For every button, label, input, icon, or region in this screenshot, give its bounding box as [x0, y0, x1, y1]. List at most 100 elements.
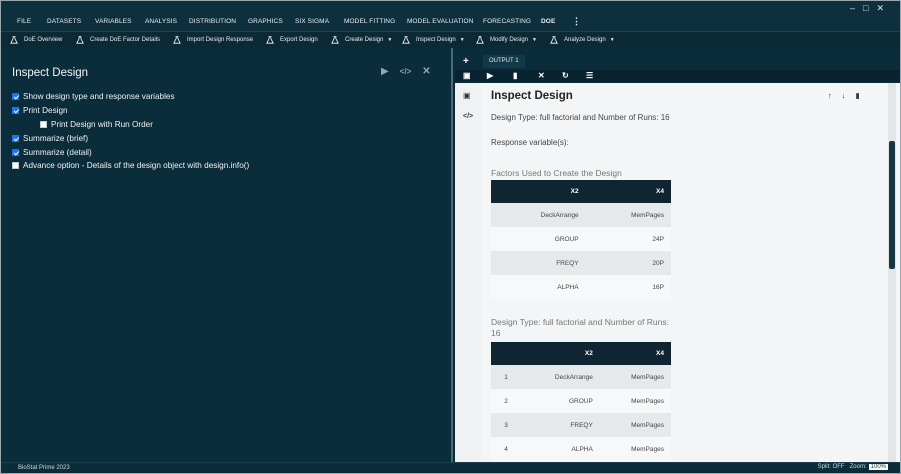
scrollbar-thumb[interactable] — [889, 141, 895, 269]
output-content: ▣ </> Inspect Design ↑ ↓ ▮ Design Type: … — [455, 83, 900, 462]
table-header-cell: X2 — [521, 342, 600, 365]
save-icon[interactable]: ▣ — [463, 71, 471, 80]
minimize-icon[interactable]: – — [850, 3, 863, 13]
table-row: ALPHA 16P — [491, 275, 671, 299]
menu-datasets[interactable]: DATASETS — [47, 18, 81, 25]
refresh-icon[interactable]: ↻ — [562, 71, 569, 80]
code-icon[interactable]: </> — [400, 67, 412, 76]
design-heading: Design Type: full factorial and Number o… — [491, 317, 669, 338]
menu-graphics[interactable]: GRAPHICS — [248, 18, 283, 25]
close-icon[interactable]: ✕ — [876, 3, 892, 13]
table-cell: FREQY — [521, 413, 600, 437]
table-cell: 3 — [491, 413, 521, 437]
menu-file[interactable]: FILE — [17, 18, 31, 25]
table-header-row: X2 X4 — [491, 180, 671, 203]
toolbar-label: Create DoE Factor Details — [90, 37, 161, 43]
table-cell: MemPages — [585, 203, 671, 227]
trash-icon[interactable]: ▮ — [856, 91, 860, 100]
toolbar-create-design[interactable]: Create Design ▼ — [331, 36, 392, 44]
menu-six-sigma[interactable]: SIX SIGMA — [295, 18, 329, 25]
doe-toolbar: DoE Overview Create DoE Factor Details I… — [1, 31, 900, 48]
close-icon[interactable]: ✕ — [538, 71, 545, 80]
option-print-run-order[interactable]: Print Design with Run Order — [40, 120, 153, 129]
panel-title: Inspect Design — [12, 67, 89, 79]
dialog-panel: Inspect Design ▶ </> ✕ Show design type … — [1, 48, 453, 462]
table-cell: MemPages — [599, 389, 671, 413]
vertical-ellipsis-icon[interactable]: ⋮ — [572, 16, 581, 27]
menu-variables[interactable]: VARIABLES — [95, 18, 132, 25]
flask-icon — [476, 36, 484, 44]
table-cell: ALPHA — [521, 437, 600, 461]
response-variables-text: Response variable(s): — [491, 138, 569, 147]
flask-icon — [550, 36, 558, 44]
menu-doe[interactable]: DOE — [541, 18, 555, 25]
option-summarize-brief[interactable]: Summarize (brief) — [12, 134, 88, 143]
checkbox[interactable] — [12, 149, 19, 156]
toolbar-import-design-response[interactable]: Import Design Response — [173, 36, 253, 44]
option-summarize-detail[interactable]: Summarize (detail) — [12, 148, 92, 157]
menu-model-evaluation[interactable]: MODEL EVALUATION — [407, 18, 474, 25]
code-icon[interactable]: </> — [463, 113, 473, 120]
checkbox[interactable] — [12, 135, 19, 142]
option-show-design-type[interactable]: Show design type and response variables — [12, 92, 175, 101]
flask-icon — [76, 36, 84, 44]
add-tab-icon[interactable]: + — [463, 56, 469, 67]
collapse-icon[interactable]: ▣ — [463, 91, 471, 100]
menu-forecasting[interactable]: FORECASTING — [483, 18, 531, 25]
scrollbar-track[interactable] — [888, 83, 896, 462]
split-status[interactable]: Split: OFF — [818, 464, 845, 470]
maximize-icon[interactable]: □ — [863, 3, 876, 13]
flask-icon — [173, 36, 181, 44]
toolbar-doe-overview[interactable]: DoE Overview — [10, 36, 62, 44]
flask-icon — [266, 36, 274, 44]
table-cell: DeckArrange — [521, 365, 600, 389]
app-window: FILE DATASETS VARIABLES ANALYSIS DISTRIB… — [0, 0, 901, 474]
caret-down-icon: ▼ — [609, 37, 615, 43]
table-cell: 20P — [585, 251, 671, 275]
table-row: FREQY 20P — [491, 251, 671, 275]
toolbar-analyze-design[interactable]: Analyze Design ▼ — [550, 36, 615, 44]
toolbar-modify-design[interactable]: Modify Design ▼ — [476, 36, 537, 44]
menu-analysis[interactable]: ANALYSIS — [145, 18, 177, 25]
table-row: 3 FREQY MemPages — [491, 413, 671, 437]
checkbox[interactable] — [12, 93, 19, 100]
caret-down-icon: ▼ — [532, 37, 537, 43]
option-label: Summarize (brief) — [23, 134, 89, 143]
export-icon[interactable]: ▶ — [487, 71, 493, 80]
menu-model-fitting[interactable]: MODEL FITTING — [344, 18, 395, 25]
design-table: X2 X4 1 DeckArrange MemPages 2 GROUP Mem… — [491, 342, 671, 461]
option-print-design[interactable]: Print Design — [12, 106, 68, 115]
factors-heading: Factors Used to Create the Design — [491, 168, 622, 178]
output-panel: + OUTPUT 1 ▣ ▶ ▮ ✕ ↻ ☰ ▣ </> Inspect Des… — [455, 48, 900, 462]
zoom-value[interactable]: 100% — [868, 464, 888, 470]
option-label: Show design type and response variables — [23, 92, 175, 101]
checkbox[interactable] — [40, 121, 47, 128]
table-cell: MemPages — [599, 365, 671, 389]
toolbar-inspect-design[interactable]: Inspect Design ▼ — [402, 36, 465, 44]
table-row: DeckArrange MemPages — [491, 203, 671, 227]
close-icon[interactable]: ✕ — [422, 66, 430, 77]
toolbar-export-design[interactable]: Export Design — [266, 36, 318, 44]
app-version: BioStat Prime 2023 — [18, 465, 70, 471]
table-header-cell: X2 — [491, 180, 586, 203]
delete-icon[interactable]: ▮ — [513, 71, 517, 80]
caret-down-icon: ▼ — [459, 37, 465, 43]
table-cell: 1 — [491, 365, 521, 389]
checkbox[interactable] — [12, 107, 19, 114]
tab-output-1[interactable]: OUTPUT 1 — [483, 55, 525, 68]
flask-icon — [402, 36, 410, 44]
output-tab-row: + OUTPUT 1 — [455, 54, 900, 68]
list-icon[interactable]: ☰ — [586, 71, 593, 80]
table-cell: 16P — [585, 275, 671, 299]
option-advance-design-info[interactable]: Advance option - Details of the design o… — [12, 161, 249, 170]
run-icon[interactable]: ▶ — [381, 66, 389, 77]
toolbar-create-doe-factor-details[interactable]: Create DoE Factor Details — [76, 36, 160, 44]
output-title: Inspect Design — [491, 90, 573, 102]
menu-distribution[interactable]: DISTRIBUTION — [189, 18, 236, 25]
caret-down-icon: ▼ — [387, 37, 393, 43]
arrow-down-icon[interactable]: ↓ — [842, 91, 846, 100]
status-bar: BioStat Prime 2023 Split: OFF Zoom: 100% — [1, 462, 900, 473]
arrow-up-icon[interactable]: ↑ — [828, 91, 832, 100]
design-type-text: Design Type: full factorial and Number o… — [491, 113, 670, 122]
checkbox[interactable] — [12, 162, 19, 169]
